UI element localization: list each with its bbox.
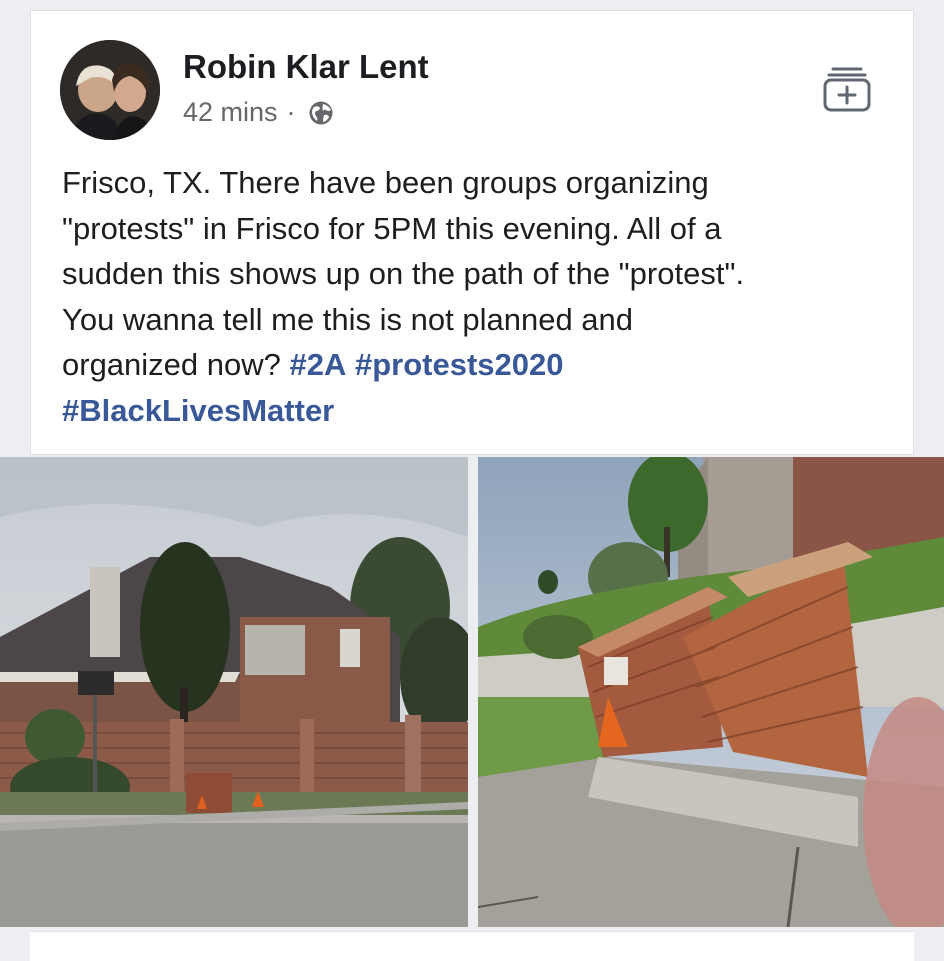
- photo-brick-pallets[interactable]: [478, 457, 944, 927]
- photo-bricks-image: [478, 457, 944, 927]
- post-text-line: Frisco, TX. There have been groups organ…: [62, 165, 709, 200]
- author-name[interactable]: Robin Klar Lent: [183, 48, 429, 86]
- hashtag-protests2020[interactable]: #protests2020: [355, 347, 564, 382]
- post-text-fragment: organized now?: [62, 347, 290, 382]
- hashtag-blacklivesmatter[interactable]: #BlackLivesMatter: [62, 393, 334, 428]
- post-body: Frisco, TX. There have been groups organ…: [62, 160, 902, 433]
- post-timestamp[interactable]: 42 mins: [183, 97, 278, 128]
- photo-house-image: [0, 457, 468, 927]
- author-avatar[interactable]: [60, 40, 160, 140]
- post-text-line-6: #BlackLivesMatter: [62, 388, 902, 434]
- save-to-collection-icon[interactable]: [820, 64, 874, 114]
- post-text-line-5: organized now? #2A #protests2020: [62, 342, 902, 388]
- meta-separator: ·: [286, 97, 296, 127]
- hashtag-2a[interactable]: #2A: [290, 347, 347, 382]
- post-text-line: "protests" in Frisco for 5PM this evenin…: [62, 210, 722, 246]
- photo-house-street[interactable]: [0, 457, 468, 927]
- globe-icon[interactable]: [308, 100, 334, 126]
- post-footer-strip: [30, 931, 914, 961]
- post-text-line: You wanna tell me this is not planned an…: [62, 301, 634, 337]
- avatar-image: [60, 40, 160, 140]
- post-meta: 42 mins ·: [183, 97, 334, 128]
- post-text-line: sudden this shows up on the path of the …: [62, 256, 745, 291]
